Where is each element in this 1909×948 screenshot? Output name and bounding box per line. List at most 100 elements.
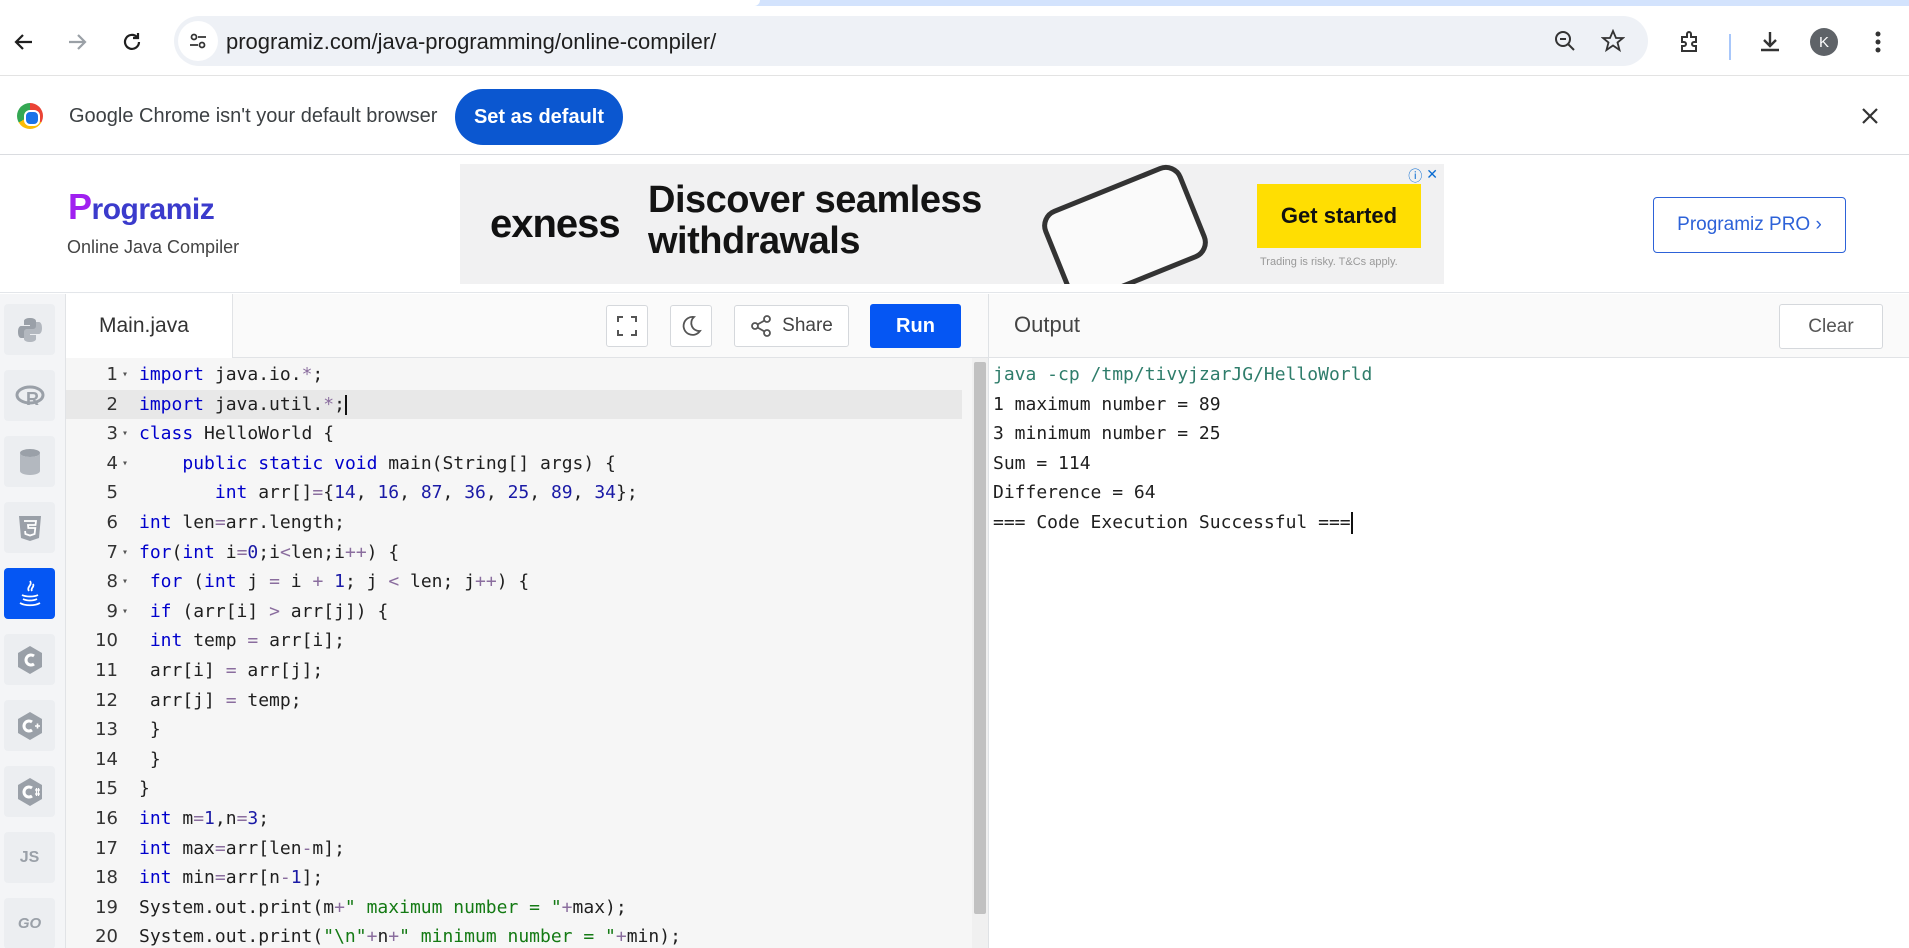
default-browser-infobar: Google Chrome isn't your default browser…	[0, 77, 1909, 155]
output-line: 1 maximum number = 89	[993, 393, 1221, 415]
code-line[interactable]: 12 arr[j] = temp;	[66, 686, 962, 716]
fold-toggle-icon[interactable]: ▾	[122, 567, 128, 597]
code-line[interactable]: 15}	[66, 774, 962, 804]
code-editor[interactable]: 1 ▾ import java.io.*; 2 import java.util.*; 3…	[66, 358, 988, 948]
code-text: class HelloWorld {	[139, 423, 335, 445]
avatar-letter: K	[1810, 28, 1838, 56]
code-line[interactable]: 9 ▾ if (arr[i] > arr[j]) {	[66, 597, 962, 627]
code-line[interactable]: 3 ▾ class HelloWorld {	[66, 419, 962, 449]
rail-item-js[interactable]: JS	[4, 832, 55, 883]
run-button[interactable]: Run	[870, 304, 961, 348]
code-text: for(int i=0;i<len;i++) {	[139, 541, 400, 563]
zoom-icon[interactable]	[1552, 28, 1578, 54]
share-button[interactable]: Share	[734, 305, 849, 347]
profile-avatar[interactable]: K	[1806, 24, 1842, 60]
code-line[interactable]: 19 System.out.print(m+" maximum number = …	[66, 893, 962, 923]
rail-item-html[interactable]	[4, 502, 55, 553]
output-line: Difference = 64	[993, 482, 1156, 504]
code-text: System.out.print("\n"+n+" minimum number…	[139, 926, 681, 948]
fold-toggle-icon[interactable]: ▾	[122, 538, 128, 568]
fold-toggle-icon[interactable]: ▾	[122, 360, 128, 390]
forward-button[interactable]	[57, 22, 97, 62]
code-line[interactable]: 4 ▾ public static void main(String[] args…	[66, 449, 962, 479]
csharp-icon	[17, 777, 42, 806]
code-line[interactable]: 11 arr[i] = arr[j];	[66, 656, 962, 686]
text-cursor	[344, 394, 347, 415]
code-line[interactable]: 18 int min=arr[n-1];	[66, 863, 962, 893]
code-text: }	[139, 778, 150, 800]
forward-arrow-icon	[69, 34, 87, 50]
line-number: 7	[106, 541, 118, 563]
ad-fine-print: Trading is risky. T&Cs apply.	[1260, 256, 1398, 268]
fold-toggle-icon[interactable]: ▾	[122, 597, 128, 627]
code-line[interactable]: 16 int m=1,n=3;	[66, 804, 962, 834]
menu-kebab-icon[interactable]	[1860, 24, 1896, 60]
editor-scrollbar-thumb[interactable]	[974, 362, 986, 914]
code-text: }	[139, 719, 161, 741]
rail-item-c[interactable]	[4, 634, 55, 685]
advertisement-banner[interactable]: exness Discover seamless withdrawals Get…	[460, 164, 1444, 284]
site-settings-icon[interactable]	[178, 21, 218, 61]
line-number: 10	[95, 630, 118, 652]
clear-button[interactable]: Clear	[1779, 304, 1883, 349]
dark-mode-button[interactable]	[670, 305, 712, 347]
toolbar-separator	[1729, 34, 1731, 60]
reload-button[interactable]	[112, 22, 152, 62]
fold-toggle-icon[interactable]: ▾	[122, 449, 128, 479]
code-line[interactable]: 1 ▾ import java.io.*;	[66, 360, 962, 390]
url-text[interactable]: programiz.com/java-programming/online-co…	[226, 29, 716, 55]
html5-icon	[18, 515, 41, 541]
file-tab-main-java[interactable]: Main.java	[66, 294, 233, 358]
programiz-pro-button[interactable]: Programiz PRO ›	[1653, 197, 1846, 253]
rail-item-cpp[interactable]	[4, 700, 55, 751]
code-line[interactable]: 14 }	[66, 745, 962, 775]
line-number: 12	[95, 689, 118, 711]
line-number: 11	[95, 660, 118, 681]
infobar-message: Google Chrome isn't your default browser	[69, 105, 438, 127]
code-line[interactable]: 10 int temp = arr[i];	[66, 626, 962, 656]
address-bar[interactable]: programiz.com/java-programming/online-co…	[174, 16, 1648, 66]
line-number: 8	[106, 571, 118, 593]
code-line[interactable]: 6 int len=arr.length;	[66, 508, 962, 538]
ad-info-icon[interactable]: ⓘ	[1408, 166, 1422, 186]
code-line[interactable]: 8 ▾ for (int j = i + 1; j < len; j++) {	[66, 567, 962, 597]
rail-item-csharp[interactable]	[4, 766, 55, 817]
code-text: int max=arr[len-m];	[139, 837, 345, 859]
code-text: public static void main(String[] args) {	[182, 452, 616, 474]
rail-item-sql[interactable]	[4, 436, 55, 487]
code-text: int len=arr.length;	[139, 512, 345, 533]
downloads-icon[interactable]	[1752, 24, 1788, 60]
line-number: 19	[95, 896, 118, 918]
code-text: int temp = arr[i];	[149, 630, 345, 652]
line-number: 16	[95, 808, 118, 829]
code-line[interactable]: 7 ▾ for(int i=0;i<len;i++) {	[66, 538, 962, 568]
ad-brand: exness	[490, 202, 621, 246]
set-as-default-button[interactable]: Set as default	[455, 89, 623, 145]
ad-controls: ⓘ ✕	[1408, 166, 1438, 186]
programiz-logo[interactable]: Programiz	[68, 186, 215, 228]
fold-toggle-icon[interactable]: ▾	[122, 419, 128, 449]
ad-cta-button[interactable]: Get started	[1257, 184, 1421, 248]
logo-text: rogramiz	[91, 193, 215, 226]
fullscreen-button[interactable]	[606, 305, 648, 347]
code-line[interactable]: 20 System.out.print("\n"+n+" minimum numb…	[66, 922, 962, 948]
browser-toolbar: programiz.com/java-programming/online-co…	[0, 6, 1909, 76]
rail-item-python[interactable]	[4, 304, 55, 355]
rail-item-go[interactable]: GO	[4, 898, 55, 948]
share-label: Share	[782, 315, 833, 336]
output-console[interactable]: java -cp /tmp/tivyjzarJG/HelloWorld 1 max…	[989, 358, 1909, 948]
extensions-icon[interactable]	[1672, 24, 1708, 60]
rail-item-r[interactable]: R	[4, 370, 55, 421]
code-line[interactable]: 5 int arr[]={14, 16, 87, 36, 25, 89, 34}…	[66, 478, 962, 508]
rail-item-java[interactable]	[4, 568, 55, 619]
ad-headline-line2: withdrawals	[648, 220, 860, 262]
line-number: 9	[106, 600, 118, 622]
code-line[interactable]: 2 import java.util.*;	[66, 389, 962, 420]
code-line[interactable]: 17 int max=arr[len-m];	[66, 834, 962, 864]
infobar-close-icon[interactable]	[1855, 101, 1885, 131]
ad-close-icon[interactable]: ✕	[1426, 166, 1438, 186]
bookmark-star-icon[interactable]	[1600, 28, 1626, 54]
java-icon	[19, 579, 40, 606]
code-line[interactable]: 13 }	[66, 715, 962, 745]
back-button[interactable]	[4, 22, 44, 62]
